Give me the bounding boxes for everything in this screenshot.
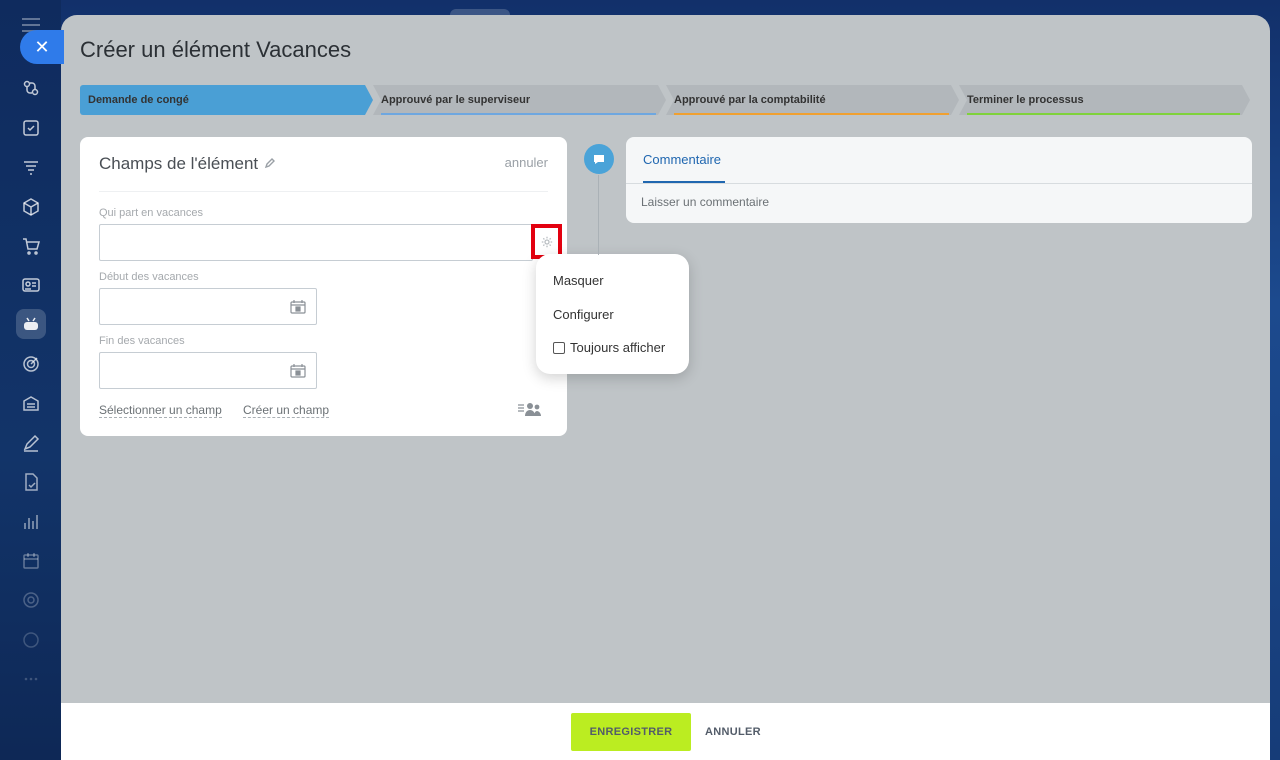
storage-icon[interactable] bbox=[16, 388, 46, 418]
timeline-comment-dot bbox=[584, 144, 614, 174]
marketplace-icon[interactable] bbox=[16, 625, 46, 655]
stage-label: Approuvé par le superviseur bbox=[381, 94, 531, 106]
select-field-link[interactable]: Sélectionner un champ bbox=[99, 403, 222, 418]
target-icon[interactable] bbox=[16, 349, 46, 379]
stage-line bbox=[88, 113, 363, 115]
card-title: Champs de l'élément bbox=[99, 154, 259, 173]
crm-icon[interactable] bbox=[16, 73, 46, 103]
close-slider-button[interactable]: ✕ bbox=[20, 30, 64, 64]
stage-request[interactable]: Demande de congé bbox=[80, 85, 373, 115]
stage-accounting-approved[interactable]: Approuvé par la comptabilité bbox=[666, 85, 959, 115]
stage-finish-process[interactable]: Terminer le processus bbox=[959, 85, 1250, 115]
footer-bar: ENREGISTRER ANNULER bbox=[61, 703, 1270, 760]
comment-input[interactable]: Laisser un commentaire bbox=[641, 195, 769, 209]
stage-label: Terminer le processus bbox=[967, 94, 1084, 106]
comment-icon bbox=[594, 154, 604, 164]
stage-bar: Demande de congé Approuvé par le supervi… bbox=[80, 85, 1250, 115]
stage-label: Demande de congé bbox=[88, 94, 189, 106]
gear-icon bbox=[541, 236, 552, 247]
calendar-grid-icon[interactable] bbox=[16, 546, 46, 576]
cart-icon[interactable] bbox=[16, 231, 46, 261]
slider-panel: Créer un élément Vacances Demande de con… bbox=[61, 15, 1270, 760]
field-label-who: Qui part en vacances bbox=[99, 207, 203, 219]
end-date-field[interactable] bbox=[99, 352, 317, 389]
more-icon[interactable] bbox=[16, 664, 46, 694]
cancel-button[interactable]: ANNULER bbox=[697, 713, 769, 751]
always-show-checkbox[interactable] bbox=[553, 342, 565, 354]
box-icon[interactable] bbox=[16, 192, 46, 222]
divider bbox=[626, 183, 1252, 184]
divider bbox=[99, 191, 548, 192]
stage-supervisor-approved[interactable]: Approuvé par le superviseur bbox=[373, 85, 666, 115]
document-sign-icon[interactable] bbox=[16, 467, 46, 497]
filter-icon[interactable] bbox=[16, 153, 46, 183]
card-cancel-link[interactable]: annuler bbox=[505, 155, 548, 170]
menu-item-always-show[interactable]: Toujours afficher bbox=[570, 340, 665, 355]
field-label-end: Fin des vacances bbox=[99, 335, 185, 347]
analytics-icon[interactable] bbox=[16, 507, 46, 537]
robot-icon[interactable] bbox=[16, 309, 46, 339]
stage-line bbox=[674, 113, 949, 115]
pencil-icon[interactable] bbox=[264, 157, 276, 169]
settings-icon[interactable] bbox=[16, 585, 46, 615]
stage-label: Approuvé par la comptabilité bbox=[674, 94, 826, 106]
page-title: Créer un élément Vacances bbox=[80, 37, 352, 62]
start-date-field[interactable] bbox=[99, 288, 317, 325]
element-fields-card: Champs de l'élément annuler Qui part en … bbox=[80, 137, 567, 436]
close-icon: ✕ bbox=[34, 36, 50, 57]
tab-comment[interactable]: Commentaire bbox=[643, 152, 721, 167]
field-context-menu: Masquer Configurer Toujours afficher bbox=[536, 254, 689, 374]
who-field[interactable] bbox=[99, 224, 533, 261]
field-label-start: Début des vacances bbox=[99, 271, 199, 283]
menu-item-hide[interactable]: Masquer bbox=[553, 273, 604, 288]
save-button[interactable]: ENREGISTRER bbox=[571, 713, 691, 751]
tasks-icon[interactable] bbox=[16, 113, 46, 143]
timeline-line bbox=[598, 175, 599, 255]
create-field-link[interactable]: Créer un champ bbox=[243, 403, 330, 418]
stage-line bbox=[381, 113, 656, 115]
people-icon[interactable] bbox=[517, 401, 543, 417]
calendar-icon[interactable] bbox=[290, 300, 306, 314]
calendar-icon[interactable] bbox=[290, 364, 306, 378]
comment-card: Commentaire Laisser un commentaire bbox=[626, 137, 1252, 223]
pen-icon[interactable] bbox=[16, 428, 46, 458]
menu-item-configure[interactable]: Configurer bbox=[553, 307, 614, 322]
stage-line bbox=[967, 113, 1240, 115]
left-sidebar bbox=[0, 0, 61, 760]
contact-card-icon[interactable] bbox=[16, 270, 46, 300]
